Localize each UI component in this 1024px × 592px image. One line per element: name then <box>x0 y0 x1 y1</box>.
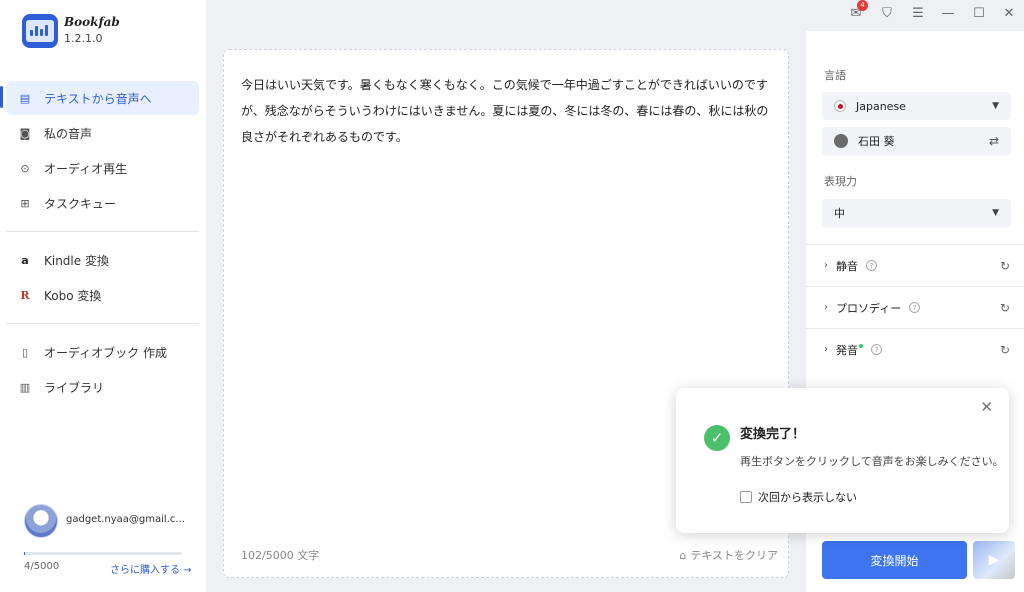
voice-value: 石田 葵 <box>858 135 895 148</box>
new-dot-indicator <box>859 343 863 348</box>
reset-icon[interactable]: ↻ <box>1000 343 1010 357</box>
dont-show-again-checkbox[interactable]: 次回から表示しない <box>740 489 857 505</box>
sidebar-item-library[interactable]: ▥ ライブラリ <box>6 370 199 404</box>
japan-flag-icon <box>834 100 846 112</box>
expressiveness-select[interactable]: 中 ▼ <box>822 199 1011 227</box>
sidebar-item-label: 私の音声 <box>44 126 93 141</box>
play-icon: ▶ <box>988 552 1000 568</box>
help-icon[interactable]: ? <box>866 260 877 271</box>
language-select[interactable]: Japanese ▼ <box>822 92 1011 120</box>
sidebar-item-kindle[interactable]: a Kindle 変換 <box>6 243 199 277</box>
reset-icon[interactable]: ↻ <box>1000 301 1010 315</box>
section-pronunciation[interactable]: › 発音 ? ↻ <box>806 328 1024 370</box>
expressiveness-value: 中 <box>834 207 845 220</box>
avatar[interactable] <box>24 504 58 538</box>
language-value: Japanese <box>856 99 906 113</box>
editor-text[interactable]: 今日はいい天気です。暑くもなく寒くもなく。この気候で一年中過ごすことができればい… <box>241 72 776 150</box>
sidebar-item-label: テキストから音声へ <box>44 91 152 106</box>
sidebar-item-label: オーディオ再生 <box>44 161 128 176</box>
chevron-right-icon: › <box>824 260 828 271</box>
section-prosody[interactable]: › プロソディー ? ↻ <box>806 286 1024 328</box>
sidebar-item-label: タスクキュー <box>44 196 117 211</box>
queue-icon: ⊞ <box>20 196 30 210</box>
sidebar-item-label: Kobo 変換 <box>44 288 102 303</box>
help-icon[interactable]: ? <box>871 344 882 355</box>
char-count: 102/5000 文字 <box>241 549 320 562</box>
help-icon[interactable]: ? <box>909 302 921 313</box>
kindle-icon: a <box>21 253 29 267</box>
quota-progress <box>24 552 182 555</box>
shirt-icon[interactable]: ⛉ <box>877 3 897 23</box>
sidebar-item-task-queue[interactable]: ⊞ タスクキュー <box>6 186 199 220</box>
chevron-right-icon: › <box>824 302 828 313</box>
checkbox-label: 次回から表示しない <box>758 491 857 504</box>
swap-icon[interactable]: ⇄ <box>989 134 999 148</box>
divider <box>6 323 199 324</box>
sidebar: Bookfab 1.2.1.0 ▤ テキストから音声へ ◙ 私の音声 ⊙ オーデ… <box>0 0 206 592</box>
expressiveness-label: 表現力 <box>824 175 857 188</box>
clear-text-button[interactable]: ⌂ テキストをクリア <box>679 547 778 563</box>
app-name: Bookfab <box>64 15 120 29</box>
sidebar-item-text-to-speech[interactable]: ▤ テキストから音声へ <box>6 81 199 115</box>
dialog-title: 変換完了！ <box>740 427 806 442</box>
sidebar-item-kobo[interactable]: R Kobo 変換 <box>6 278 199 312</box>
sidebar-item-label: ライブラリ <box>44 380 105 395</box>
menu-icon[interactable]: ☰ <box>908 3 928 23</box>
voice-icon: ◙ <box>19 126 31 140</box>
user-email: gadget.nyaa@gmail.c... <box>66 514 185 525</box>
play-icon: ⊙ <box>20 161 30 175</box>
sidebar-item-audio-playback[interactable]: ⊙ オーディオ再生 <box>6 151 199 185</box>
mail-icon[interactable]: ✉ 4 <box>846 0 868 23</box>
app-logo <box>22 14 58 48</box>
caret-down-icon: ▼ <box>992 208 999 218</box>
voice-avatar <box>834 134 848 148</box>
language-label: 言語 <box>824 69 846 82</box>
document-icon: ▤ <box>19 91 31 105</box>
app-version: 1.2.1.0 <box>64 32 103 45</box>
sidebar-item-label: Kindle 変換 <box>44 253 109 268</box>
section-label: プロソディー <box>836 301 902 315</box>
close-icon[interactable]: ✕ <box>980 398 993 416</box>
dialog-message: 再生ボタンをクリックして音声をお楽しみください。 <box>740 455 1004 468</box>
start-conversion-button[interactable]: 変換開始 <box>822 541 967 579</box>
close-icon[interactable]: ✕ <box>999 3 1019 23</box>
section-silence[interactable]: › 静音 ? ↻ <box>806 244 1024 286</box>
sidebar-item-audiobook-create[interactable]: ▯ オーディオブック 作成 <box>6 335 199 369</box>
play-button[interactable]: ▶ <box>973 541 1015 579</box>
library-icon: ▥ <box>19 380 31 394</box>
caret-down-icon: ▼ <box>992 101 999 111</box>
completion-dialog: ✕ ✓ 変換完了！ 再生ボタンをクリックして音声をお楽しみください。 次回から表… <box>676 388 1009 533</box>
check-icon: ✓ <box>704 425 730 451</box>
voice-select[interactable]: 石田 葵 ⇄ <box>822 127 1011 155</box>
eraser-icon: ⌂ <box>679 548 687 562</box>
clear-text-label: テキストをクリア <box>690 549 778 562</box>
minimize-icon[interactable]: — <box>938 3 958 23</box>
maximize-icon[interactable]: ☐ <box>969 3 989 23</box>
quota-text: 4/5000 <box>24 561 60 572</box>
sidebar-item-my-voice[interactable]: ◙ 私の音声 <box>6 116 199 150</box>
reset-icon[interactable]: ↻ <box>1000 259 1010 273</box>
buy-more-link[interactable]: さらに購入する → <box>110 561 192 576</box>
notification-badge: 4 <box>857 0 868 11</box>
divider <box>6 231 199 232</box>
section-label: 発音 <box>836 343 858 357</box>
quota-progress-fill <box>24 552 25 555</box>
kobo-icon: R <box>20 288 30 302</box>
active-indicator <box>0 86 3 108</box>
chevron-right-icon: › <box>824 344 828 355</box>
section-label: 静音 <box>836 259 858 273</box>
book-icon: ▯ <box>21 345 29 359</box>
checkbox-box[interactable] <box>740 491 752 503</box>
sidebar-item-label: オーディオブック 作成 <box>44 345 167 360</box>
